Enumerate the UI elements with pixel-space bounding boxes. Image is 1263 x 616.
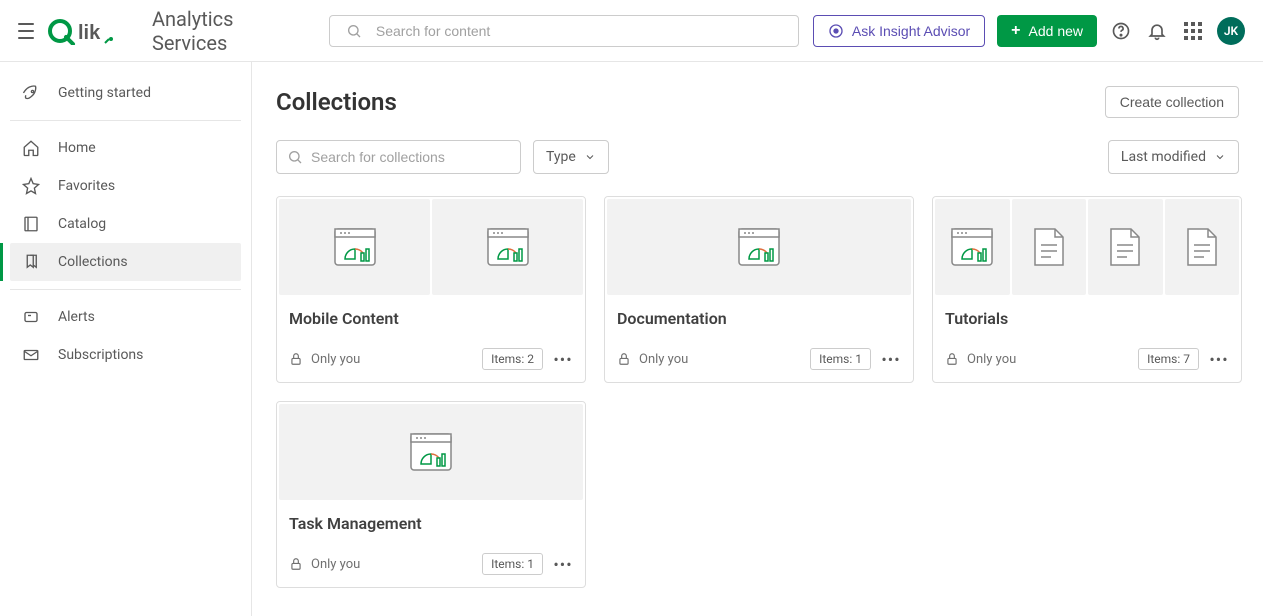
sidebar-item-getting-started[interactable]: Getting started: [10, 74, 241, 112]
sidebar: Getting started Home Favorites: [0, 62, 252, 616]
mail-icon: [22, 346, 40, 364]
catalog-icon: [22, 215, 40, 233]
collection-footer: Only you Items: 1 •••: [605, 342, 913, 382]
star-icon: [22, 177, 40, 195]
collection-title: Tutorials: [945, 309, 1229, 328]
sidebar-item-label: Getting started: [58, 85, 151, 101]
filters-row: Type Last modified: [276, 140, 1239, 174]
page-title: Collections: [276, 88, 397, 116]
collection-thumbnails: [277, 197, 585, 297]
sidebar-item-favorites[interactable]: Favorites: [10, 167, 241, 205]
sidebar-item-label: Home: [58, 140, 96, 156]
bookmarks-icon: [22, 253, 40, 271]
collection-thumbnails: [605, 197, 913, 297]
collection-thumbnails: [933, 197, 1241, 297]
visibility-label: Only you: [967, 352, 1016, 367]
insight-icon: [828, 23, 844, 39]
collection-card[interactable]: Tutorials Only you Items: 7 •••: [932, 196, 1242, 383]
type-filter-label: Type: [546, 149, 576, 165]
collection-title: Mobile Content: [289, 309, 573, 328]
ask-insight-advisor-button[interactable]: Ask Insight Advisor: [813, 15, 985, 47]
collection-footer: Only you Items: 7 •••: [933, 342, 1241, 382]
chevron-down-icon: [584, 151, 596, 163]
sort-dropdown[interactable]: Last modified: [1108, 140, 1239, 174]
collection-title: Documentation: [617, 309, 901, 328]
type-filter[interactable]: Type: [533, 140, 609, 174]
main-content: Collections Create collection Type Last …: [252, 62, 1263, 616]
ask-insight-advisor-label: Ask Insight Advisor: [852, 23, 970, 39]
notifications-icon[interactable]: [1145, 19, 1169, 43]
page-header: Collections Create collection: [276, 86, 1239, 118]
sidebar-item-label: Alerts: [58, 309, 95, 325]
collection-footer: Only you Items: 1 •••: [277, 547, 585, 587]
collection-title: Task Management: [289, 514, 573, 533]
sidebar-item-subscriptions[interactable]: Subscriptions: [10, 336, 241, 374]
sort-label: Last modified: [1121, 149, 1206, 165]
collections-grid: Mobile ContentOnly youItems: 2•••Documen…: [276, 196, 1239, 588]
more-actions-icon[interactable]: •••: [553, 554, 573, 574]
items-badge: Items: 7: [1138, 348, 1199, 370]
more-actions-icon[interactable]: •••: [1209, 349, 1229, 369]
items-badge: Items: 1: [482, 553, 543, 575]
doc-thumb-icon: [1088, 199, 1163, 295]
lock-icon: [289, 352, 303, 366]
sidebar-item-alerts[interactable]: Alerts: [10, 298, 241, 336]
user-avatar[interactable]: JK: [1217, 17, 1245, 45]
global-search[interactable]: [329, 15, 799, 47]
main-layout: Getting started Home Favorites: [0, 62, 1263, 616]
create-collection-button[interactable]: Create collection: [1105, 86, 1239, 118]
search-icon: [287, 149, 303, 165]
sidebar-item-label: Subscriptions: [58, 347, 143, 363]
sidebar-item-home[interactable]: Home: [10, 129, 241, 167]
items-badge: Items: 1: [810, 348, 871, 370]
app-launcher-icon[interactable]: [1181, 19, 1205, 43]
items-badge: Items: 2: [482, 348, 543, 370]
alert-icon: [22, 308, 40, 326]
app-thumb-icon: [935, 199, 1010, 295]
add-new-button[interactable]: + Add new: [997, 15, 1097, 47]
home-icon: [22, 139, 40, 157]
app-thumb-icon: [607, 199, 911, 295]
visibility-label: Only you: [311, 352, 360, 367]
app-thumb-icon: [279, 404, 583, 500]
sidebar-item-collections[interactable]: Collections: [10, 243, 241, 281]
rocket-icon: [22, 84, 40, 102]
collection-footer: Only you Items: 2 •••: [277, 342, 585, 382]
app-thumb-icon: [432, 199, 583, 295]
svg-text:lik: lik: [78, 22, 101, 44]
menu-toggle[interactable]: [18, 23, 34, 39]
lock-icon: [945, 352, 959, 366]
qlik-logo[interactable]: lik: [48, 17, 116, 45]
collection-search[interactable]: [276, 140, 521, 174]
create-collection-label: Create collection: [1120, 94, 1224, 110]
collection-card[interactable]: Task Management Only you Items: 1 •••: [276, 401, 586, 588]
top-bar: lik Analytics Services Ask Insight Advis…: [0, 0, 1263, 62]
sidebar-item-label: Catalog: [58, 216, 106, 232]
collection-card[interactable]: Documentation Only you Items: 1 •••: [604, 196, 914, 383]
lock-icon: [289, 557, 303, 571]
more-actions-icon[interactable]: •••: [881, 349, 901, 369]
help-icon[interactable]: [1109, 19, 1133, 43]
more-actions-icon[interactable]: •••: [553, 349, 573, 369]
visibility-label: Only you: [311, 557, 360, 572]
visibility-label: Only you: [639, 352, 688, 367]
doc-thumb-icon: [1012, 199, 1087, 295]
collection-search-input[interactable]: [311, 149, 510, 165]
sidebar-item-catalog[interactable]: Catalog: [10, 205, 241, 243]
tenant-name: Analytics Services: [152, 7, 281, 55]
sidebar-item-label: Collections: [58, 254, 128, 270]
global-search-input[interactable]: [376, 23, 786, 39]
plus-icon: +: [1011, 23, 1020, 39]
doc-thumb-icon: [1165, 199, 1240, 295]
chevron-down-icon: [1214, 151, 1226, 163]
collection-thumbnails: [277, 402, 585, 502]
lock-icon: [617, 352, 631, 366]
app-thumb-icon: [279, 199, 430, 295]
collection-card[interactable]: Mobile Content Only you Items: 2 •••: [276, 196, 586, 383]
sidebar-item-label: Favorites: [58, 178, 115, 194]
search-icon: [342, 19, 366, 43]
add-new-label: Add new: [1029, 23, 1083, 39]
